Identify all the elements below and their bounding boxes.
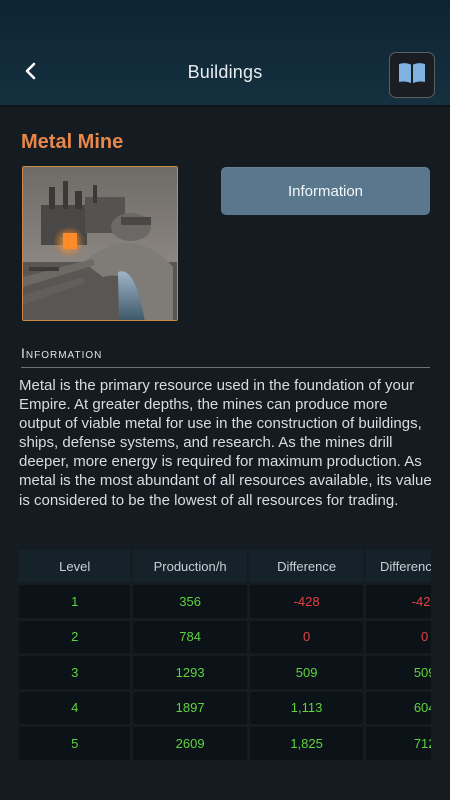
column-header-difference-level: Difference/level [366, 550, 431, 582]
table-row: 2 784 0 0 [19, 620, 431, 653]
page-title: Buildings [187, 62, 263, 82]
building-image [22, 166, 178, 321]
cell-difference-level: 0 [366, 620, 431, 653]
cell-level: 5 [19, 727, 131, 760]
cell-production: 1897 [133, 691, 247, 724]
table-row: 5 2609 1,825 712 [19, 727, 431, 760]
section-heading: Information [21, 345, 430, 368]
cell-difference: 0 [249, 620, 364, 653]
cell-difference: 1,825 [249, 727, 364, 760]
information-button[interactable]: Information [221, 167, 430, 215]
cell-level: 3 [19, 656, 131, 689]
column-header-production: Production/h [133, 550, 247, 582]
cell-difference-level: 712 [366, 727, 431, 760]
cell-level: 1 [19, 585, 131, 618]
table-row: 3 1293 509 509 [19, 656, 431, 689]
cell-difference: 1,113 [249, 691, 364, 724]
production-table[interactable]: Level Production/h Difference Difference… [19, 550, 431, 800]
header-bar: Buildings [0, 0, 450, 106]
cell-difference: -428 [249, 585, 364, 618]
cell-difference-level: 509 [366, 656, 431, 689]
cell-difference-level: 604 [366, 691, 431, 724]
building-description: Metal is the primary resource used in th… [19, 377, 432, 509]
book-icon [397, 61, 427, 90]
cell-level: 2 [19, 620, 131, 653]
building-name: Metal Mine [21, 131, 124, 153]
app-root: Buildings Metal Mine Information Informa… [0, 0, 450, 800]
table-row: 4 1897 1,113 604 [19, 691, 431, 724]
table-row: 1 356 -428 -428 [19, 585, 431, 618]
cell-production: 2609 [133, 727, 247, 760]
cell-production: 356 [133, 585, 247, 618]
column-header-difference: Difference [249, 550, 364, 582]
table-header-row: Level Production/h Difference Difference… [19, 550, 431, 582]
column-header-level: Level [19, 550, 131, 582]
main-content: Metal Mine Information Information Metal… [0, 107, 450, 800]
cell-difference-level: -428 [366, 585, 431, 618]
cell-difference: 509 [249, 656, 364, 689]
guide-book-button[interactable] [389, 52, 435, 98]
cell-level: 4 [19, 691, 131, 724]
cell-production: 784 [133, 620, 247, 653]
cell-production: 1293 [133, 656, 247, 689]
